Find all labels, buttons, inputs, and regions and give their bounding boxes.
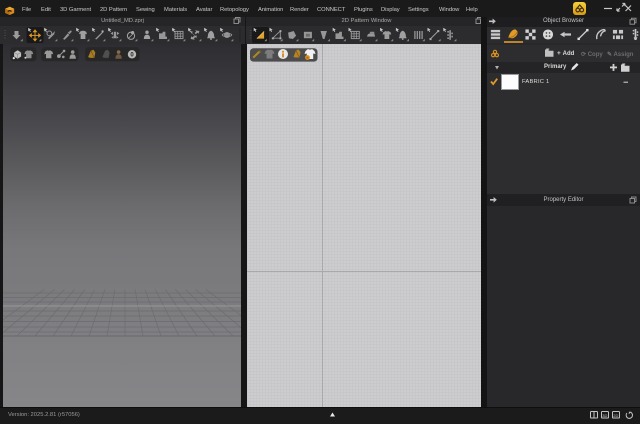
svg-text:3D: 3D [602, 413, 607, 418]
svg-text:2D: 2D [613, 413, 618, 418]
